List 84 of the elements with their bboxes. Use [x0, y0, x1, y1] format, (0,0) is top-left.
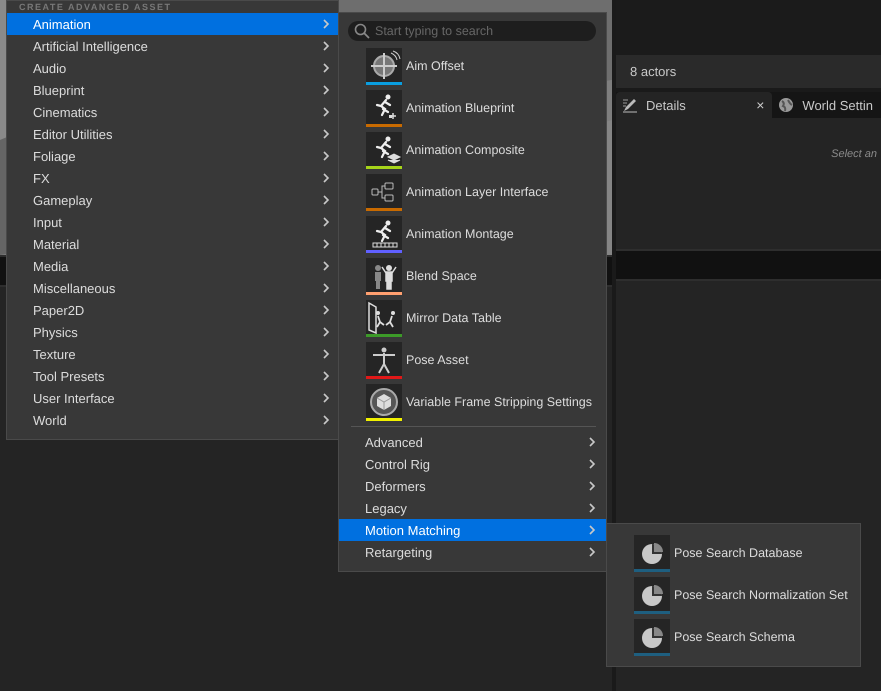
globe-icon	[778, 97, 794, 113]
chevron-icon	[322, 371, 330, 381]
chevron-icon	[322, 41, 330, 51]
menu-item[interactable]: Tool Presets	[7, 365, 338, 387]
menu-item[interactable]: User Interface	[7, 387, 338, 409]
menu-item[interactable]: Animation Blueprint	[339, 87, 606, 129]
menu-item[interactable]: Pose Search Normalization Set	[607, 574, 860, 616]
panel-tab[interactable]: World Settin	[772, 92, 881, 118]
menu-item[interactable]: Retargeting	[339, 541, 606, 563]
chevron-icon	[322, 349, 330, 359]
chevron-icon	[322, 195, 330, 205]
menu-item[interactable]: FX	[7, 167, 338, 189]
chevron-icon	[322, 63, 330, 73]
menu-item[interactable]: Mirror Data Table	[339, 297, 606, 339]
chevron-icon	[322, 107, 330, 117]
chevron-icon	[322, 85, 330, 95]
chevron-icon	[588, 437, 596, 447]
chevron-icon	[322, 129, 330, 139]
menu-item[interactable]: Animation Composite	[339, 129, 606, 171]
runner-icon	[366, 132, 402, 166]
menu-item[interactable]: Physics	[7, 321, 338, 343]
chevron-icon	[588, 459, 596, 469]
node-graph-icon	[366, 174, 402, 208]
menu-item[interactable]: Pose Search Database	[607, 532, 860, 574]
menu-item[interactable]: Control Rig	[339, 453, 606, 475]
pie-chart-icon	[634, 534, 670, 568]
crosshair-icon	[366, 48, 402, 82]
runner-icon	[366, 90, 402, 124]
pie-chart-icon	[634, 576, 670, 610]
menu-item[interactable]: Gameplay	[7, 189, 338, 211]
panel-tab[interactable]: Details ×	[616, 92, 772, 118]
close-button[interactable]: ×	[756, 97, 764, 113]
menu-item[interactable]: Foliage	[7, 145, 338, 167]
details-hint: Select an	[831, 148, 878, 162]
menu-item[interactable]: Input	[7, 211, 338, 233]
menu-item[interactable]: Blueprint	[7, 79, 338, 101]
menu-item[interactable]: Artificial Intelligence	[7, 35, 338, 57]
menu-item[interactable]: Aim Offset	[339, 45, 606, 87]
menu-item[interactable]: World	[7, 409, 338, 431]
search-icon	[354, 23, 370, 39]
chevron-icon	[322, 283, 330, 293]
menu-item[interactable]: Animation Layer Interface	[339, 171, 606, 213]
mirror-icon	[366, 300, 402, 334]
pose-figure-icon	[366, 342, 402, 376]
chevron-icon	[322, 173, 330, 183]
menu-item[interactable]: Animation Montage	[339, 213, 606, 255]
menu-item[interactable]: Editor Utilities	[7, 123, 338, 145]
menu-item[interactable]: Audio	[7, 57, 338, 79]
chevron-icon	[588, 525, 596, 535]
chevron-icon	[322, 327, 330, 337]
actor-count: 8 actors	[630, 64, 676, 79]
chevron-icon	[322, 151, 330, 161]
menu-item[interactable]: Media	[7, 255, 338, 277]
menu-item[interactable]: Legacy	[339, 497, 606, 519]
menu-item[interactable]: Pose Asset	[339, 339, 606, 381]
pie-chart-icon	[634, 618, 670, 652]
menu-item[interactable]: Miscellaneous	[7, 277, 338, 299]
chevron-icon	[322, 19, 330, 29]
menu-item[interactable]: Animation	[7, 13, 338, 35]
menu-item[interactable]: Cinematics	[7, 101, 338, 123]
chevron-icon	[322, 393, 330, 403]
menu-item[interactable]: Pose Search Schema	[607, 616, 860, 658]
chevron-icon	[588, 503, 596, 513]
pencil-icon	[622, 97, 638, 113]
menu-item[interactable]: Paper2D	[7, 299, 338, 321]
chevron-icon	[588, 547, 596, 557]
menu-header: CREATE ADVANCED ASSET	[18, 1, 173, 13]
search-field[interactable]: Start typing to search	[348, 21, 596, 41]
menu-item[interactable]: Deformers	[339, 475, 606, 497]
chevron-icon	[322, 305, 330, 315]
menu-item[interactable]: Texture	[7, 343, 338, 365]
menu-item[interactable]: Advanced	[339, 431, 606, 453]
menu-item[interactable]: Material	[7, 233, 338, 255]
menu-item[interactable]: Blend Space	[339, 255, 606, 297]
chevron-icon	[322, 239, 330, 249]
runner-icon	[366, 216, 402, 250]
cube-icon	[366, 384, 402, 418]
menu-item[interactable]: Variable Frame Stripping Settings	[339, 381, 606, 423]
menu-item[interactable]: Motion Matching	[339, 519, 606, 541]
figures-icon	[366, 258, 402, 292]
chevron-icon	[322, 261, 330, 271]
chevron-icon	[322, 217, 330, 227]
chevron-icon	[588, 481, 596, 491]
chevron-icon	[322, 415, 330, 425]
